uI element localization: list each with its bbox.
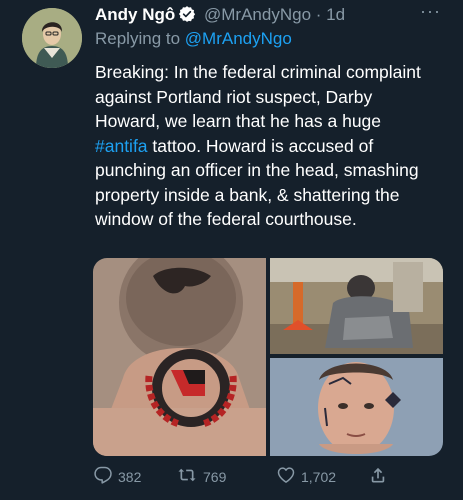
photo-neck-tattoo[interactable] (93, 258, 266, 456)
retweet-button[interactable]: 769 (176, 465, 226, 488)
author-handle[interactable]: @MrAndyNgo (204, 5, 311, 24)
author-name[interactable]: Andy Ngô (95, 5, 175, 24)
avatar[interactable] (22, 8, 82, 68)
replying-to: Replying to @MrAndyNgo (95, 29, 292, 49)
heart-icon (276, 465, 296, 488)
tweet-card[interactable]: Andy Ngô @MrAndyNgo · 1d ··· Replying to… (0, 0, 463, 500)
verified-badge-icon (178, 5, 196, 29)
like-button[interactable]: 1,702 (276, 465, 336, 488)
photo-mugshot[interactable] (270, 358, 443, 456)
tweet-timestamp[interactable]: 1d (326, 5, 345, 24)
reply-count: 382 (118, 468, 142, 485)
like-count: 1,702 (301, 468, 337, 485)
photo-arrest[interactable] (270, 258, 443, 354)
reply-button[interactable]: 382 (93, 465, 141, 488)
replying-prefix: Replying to (95, 29, 185, 48)
media-grid[interactable] (93, 258, 443, 456)
header-separator: · (315, 5, 322, 24)
reply-icon (93, 465, 113, 488)
tweet-text: Breaking: In the federal criminal compla… (95, 60, 430, 232)
action-bar: 382 769 1,702 (93, 465, 413, 489)
retweet-icon (176, 465, 198, 488)
tweet-text-part: Breaking: In the federal criminal compla… (95, 62, 421, 131)
share-icon (368, 465, 388, 488)
next-content-fragment (95, 494, 235, 500)
retweet-count: 769 (203, 468, 227, 485)
tweet-header: Andy Ngô @MrAndyNgo · 1d (95, 4, 443, 29)
hashtag-link[interactable]: #antifa (95, 136, 148, 156)
share-button[interactable] (368, 465, 388, 488)
more-options-icon[interactable]: ··· (420, 2, 441, 20)
replying-handle-link[interactable]: @MrAndyNgo (185, 29, 292, 48)
